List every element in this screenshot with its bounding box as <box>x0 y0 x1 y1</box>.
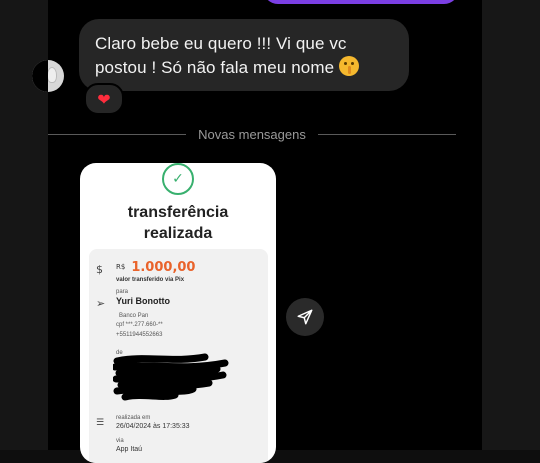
receipt-title: transferência realizada <box>127 204 229 242</box>
divider-label: Novas mensagens <box>198 126 306 142</box>
share-button[interactable] <box>286 298 324 336</box>
heart-icon: ❤ <box>97 89 111 109</box>
via-label: via <box>116 438 124 444</box>
amount-value: 1.000,00 <box>131 260 196 275</box>
send-icon: ➢ <box>96 297 106 310</box>
receipt-details-card: $ R$ 1.000,00 valor transferido via Pix p… <box>89 249 268 463</box>
phone: +5511944552663 <box>116 332 163 338</box>
send-icon <box>297 309 313 325</box>
amount-caption: valor transferido via Pix <box>116 277 185 283</box>
right-panel <box>482 0 540 450</box>
message-text: Claro bebe eu quero !!! Vi que vc postou… <box>95 34 347 77</box>
received-message-bubble[interactable]: Claro bebe eu quero !!! Vi que vc postou… <box>79 19 409 91</box>
new-messages-divider: Novas mensagens <box>48 125 457 143</box>
to-label: para <box>116 289 129 295</box>
list-icon: ☰ <box>96 418 105 428</box>
sent-message-bubble[interactable] <box>263 0 459 4</box>
money-icon: $ <box>96 263 103 276</box>
heart-reaction[interactable]: ❤ <box>84 83 124 115</box>
recipient-name: Yuri Bonotto <box>116 296 170 306</box>
shushing-face-emoji-icon <box>339 56 359 76</box>
currency: R$ <box>116 263 126 271</box>
bank-name: Banco Pan <box>119 313 149 319</box>
date-label: realizada em <box>116 415 151 421</box>
transfer-receipt-image[interactable]: ✓ transferência realizada $ R$ 1.000,00 v… <box>80 163 276 463</box>
avatar[interactable] <box>32 60 64 92</box>
date-value: 26/04/2024 às 17:35:33 <box>116 423 190 430</box>
redaction-scribble <box>113 353 229 401</box>
check-circle-icon: ✓ <box>162 163 194 195</box>
amount: R$ 1.000,00 <box>116 260 195 275</box>
cpf: cpf ***.277.660-** <box>116 322 163 328</box>
